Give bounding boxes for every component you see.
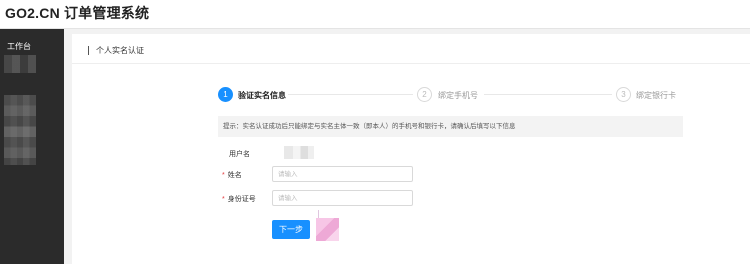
step-connector <box>288 94 413 95</box>
sidebar: 工作台 <box>0 29 64 264</box>
step-2-label: 绑定手机号 <box>438 91 478 100</box>
step-3-label: 绑定银行卡 <box>636 91 676 100</box>
blurred-image-artifact <box>316 218 339 241</box>
id-number-label: * 身份证号 <box>222 194 256 204</box>
step-3-circle: 3 <box>616 87 631 102</box>
name-input[interactable] <box>272 166 413 182</box>
main-panel: 个人实名认证 <box>72 34 750 264</box>
blurred-menu-item[interactable] <box>4 55 36 73</box>
username-value-blurred <box>284 146 314 159</box>
app-brand: GO2.CN 订单管理系统 <box>5 5 150 21</box>
top-bar: GO2.CN 订单管理系统 <box>0 0 750 29</box>
title-accent-bar <box>88 46 89 55</box>
required-mark: * <box>222 196 225 203</box>
step-connector <box>484 94 612 95</box>
required-mark: * <box>222 172 225 179</box>
step-1-circle: 1 <box>218 87 233 102</box>
page-title: 个人实名认证 <box>96 46 144 55</box>
sidebar-item-workbench[interactable]: 工作台 <box>7 41 31 52</box>
notice-banner: 提示：实名认证成功后只能绑定与实名主体一致（即本人）的手机号和银行卡，请确认后填… <box>218 116 683 137</box>
step-progress: 1 验证实名信息 2 绑定手机号 3 绑定银行卡 <box>218 87 688 103</box>
id-number-input[interactable] <box>272 190 413 206</box>
step-1-label: 验证实名信息 <box>238 91 286 100</box>
username-label: 用户名 <box>229 151 250 158</box>
name-label: * 姓名 <box>222 170 242 180</box>
id-number-label-text: 身份证号 <box>227 196 256 203</box>
panel-header: 个人实名认证 <box>72 34 750 64</box>
step-2-circle: 2 <box>417 87 432 102</box>
blurred-menu-group[interactable] <box>4 95 36 165</box>
name-label-text: 姓名 <box>227 172 242 179</box>
next-step-button[interactable]: 下一步 <box>272 220 310 239</box>
